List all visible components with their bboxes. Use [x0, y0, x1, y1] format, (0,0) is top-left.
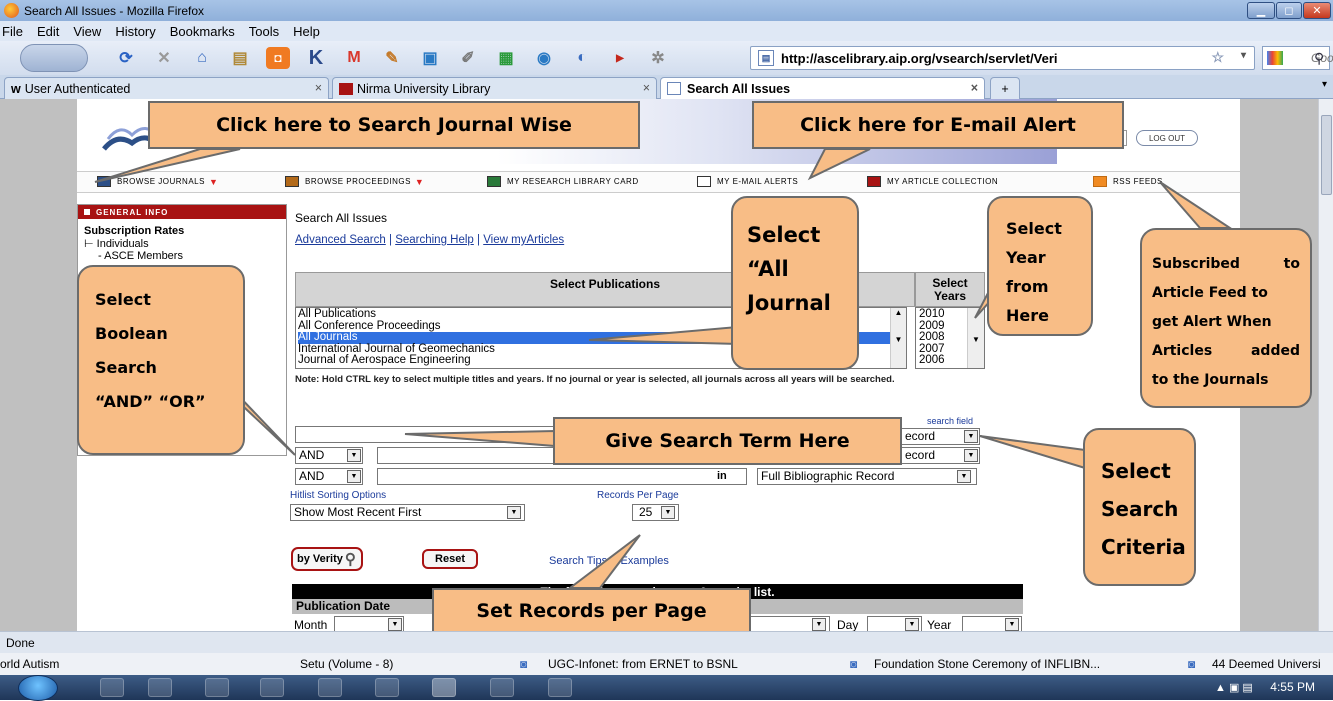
bookmark-item[interactable]: orld Autism [0, 657, 59, 671]
callout-boolean: Select Boolean Search “AND” “OR” [77, 265, 245, 455]
pointer-rss [1159, 181, 1234, 229]
pointer-journal [94, 148, 241, 183]
callout-records-per-page: Set Records per Page [432, 588, 751, 634]
status-text: Done [6, 635, 35, 650]
callout-search-term: Give Search Term Here [553, 417, 902, 465]
callout-line: “All [747, 257, 789, 281]
callout-line: Select [1006, 219, 1062, 238]
callout-all-journal: Select “All Journal [731, 196, 859, 370]
callout-line: Search [95, 358, 157, 377]
callout-email-alert: Click here for E-mail Alert [752, 101, 1124, 149]
callout-line: Subscribed to [1152, 256, 1300, 272]
bookmark-item[interactable]: Foundation Stone Ceremony of INFLIBN... [874, 657, 1100, 671]
info-icon[interactable] [375, 678, 399, 697]
callout-line: Select [1101, 459, 1171, 483]
callout-line: Articles added [1152, 343, 1300, 359]
clock: 4:55 PM [1270, 680, 1315, 694]
callout-line: get Alert When [1152, 314, 1272, 330]
media-icon[interactable] [205, 678, 229, 697]
status-bar: Done [0, 631, 1333, 653]
bookmark-item[interactable]: Setu (Volume - 8) [300, 657, 393, 671]
picture-icon[interactable] [490, 678, 514, 697]
globe-icon: ◙ [1188, 657, 1196, 671]
pointer-criteria [979, 435, 1086, 470]
callout-line: Year from [1006, 248, 1049, 296]
firefox-taskbar-icon[interactable] [432, 678, 456, 697]
tray-icons[interactable]: ▲ ▣ ▤ [1215, 681, 1253, 694]
windows-taskbar: ▲ ▣ ▤ 4:55 PM [0, 675, 1333, 701]
pointer-records [567, 534, 641, 589]
callout-line: Article Feed to [1152, 285, 1268, 301]
callout-line: Here [1006, 306, 1049, 325]
callout-line: Criteria [1101, 535, 1186, 559]
callout-line: “AND” “OR” [95, 392, 206, 411]
app-icon[interactable] [318, 678, 342, 697]
callout-line: Search [1101, 497, 1179, 521]
callout-line: Select [747, 223, 821, 247]
explorer-icon[interactable] [148, 678, 172, 697]
callout-journal-wise: Click here to Search Journal Wise [148, 101, 640, 149]
start-button[interactable] [18, 675, 58, 701]
pointer-term [404, 429, 556, 448]
pointer-email [807, 148, 871, 181]
ie-icon[interactable] [100, 678, 124, 697]
callout-search-criteria: Select Search Criteria [1083, 428, 1196, 586]
callout-line: Journal [747, 291, 831, 315]
callout-year: Select Year from Here [987, 196, 1093, 336]
globe-icon: ◙ [850, 657, 858, 671]
callout-line: to the Journals [1152, 372, 1269, 388]
callout-rss: Subscribed to Article Feed to get Alert … [1140, 228, 1312, 408]
paint-icon[interactable] [548, 678, 572, 697]
callout-line: Boolean [95, 324, 168, 343]
bookmark-item[interactable]: 44 Deemed Universi [1212, 657, 1321, 671]
callout-line: Select [95, 290, 151, 309]
bookmarks-bar: orld Autism Setu (Volume - 8) ◙ UGC-Info… [0, 653, 1333, 675]
globe-icon: ◙ [520, 657, 528, 671]
bookmark-item[interactable]: UGC-Infonet: from ERNET to BSNL [548, 657, 738, 671]
excel-icon[interactable] [260, 678, 284, 697]
